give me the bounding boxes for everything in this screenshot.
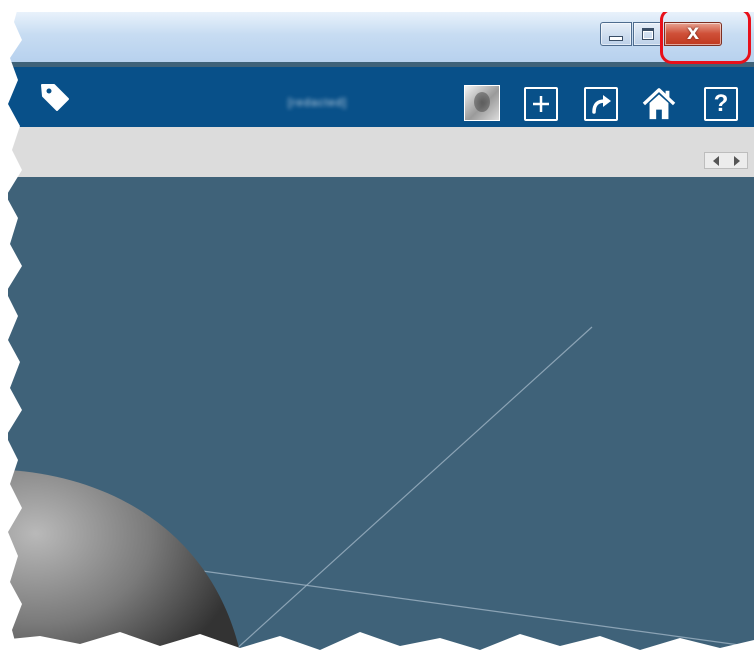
tag-button[interactable] (38, 79, 74, 115)
app-toolbar: [redacted] ? (8, 67, 754, 127)
close-button-highlight (660, 12, 751, 64)
add-button[interactable] (524, 87, 558, 121)
share-icon (592, 95, 611, 114)
username-label: [redacted] (288, 97, 347, 109)
guide-line-diagonal (232, 326, 593, 652)
sub-toolbar (8, 127, 754, 177)
home-button[interactable] (642, 87, 676, 121)
help-icon: ? (713, 90, 729, 117)
user-avatar[interactable] (464, 85, 500, 121)
help-button[interactable]: ? (704, 87, 738, 121)
sphere-shape (8, 470, 240, 652)
tag-icon (41, 84, 69, 111)
maximize-icon (642, 28, 654, 40)
minimize-button[interactable] (600, 22, 632, 46)
share-button[interactable] (584, 87, 618, 121)
arrow-right-icon[interactable] (733, 155, 740, 166)
canvas-graphics (8, 326, 754, 652)
home-icon (642, 88, 676, 120)
main-canvas[interactable] (8, 177, 754, 652)
app-window: X [redacted] ? (8, 12, 754, 652)
title-bar[interactable]: X (8, 12, 754, 64)
guide-line-horizontal (187, 568, 754, 648)
add-icon (533, 96, 549, 112)
arrow-left-icon[interactable] (712, 155, 719, 166)
maximize-button[interactable] (633, 22, 663, 46)
scroll-arrows (704, 152, 748, 169)
minimize-icon (609, 35, 623, 41)
